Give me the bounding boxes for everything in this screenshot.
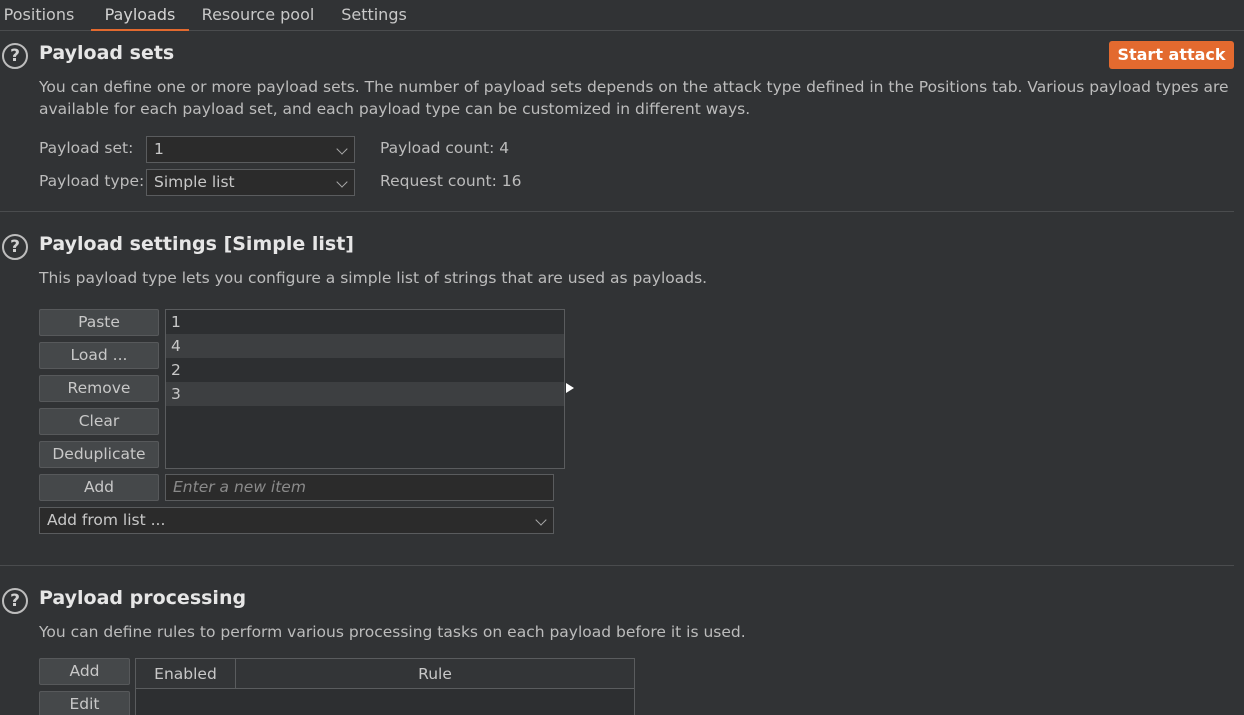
payload-settings-title: Payload settings [Simple list] — [39, 233, 354, 255]
clear-button[interactable]: Clear — [39, 408, 159, 435]
tab-payloads[interactable]: Payloads — [91, 0, 189, 31]
payload-type-label: Payload type: — [39, 172, 145, 190]
help-icon[interactable]: ? — [2, 588, 28, 614]
column-header-enabled[interactable]: Enabled — [136, 659, 236, 689]
chevron-down-icon — [336, 143, 348, 155]
payload-set-select[interactable]: 1 — [146, 136, 355, 163]
section-divider — [0, 211, 1234, 212]
chevron-down-icon — [336, 176, 348, 188]
payload-sets-title: Payload sets — [39, 42, 175, 64]
payload-list[interactable]: 1 4 2 3 — [165, 309, 565, 469]
payload-set-value: 1 — [154, 140, 164, 158]
section-divider — [0, 565, 1234, 566]
tab-bar: Positions Payloads Resource pool Setting… — [0, 0, 1244, 31]
tab-settings[interactable]: Settings — [336, 0, 412, 31]
help-icon[interactable]: ? — [2, 234, 28, 260]
tab-positions[interactable]: Positions — [0, 0, 78, 31]
list-item[interactable]: 3 — [166, 382, 564, 406]
chevron-down-icon — [535, 514, 547, 526]
add-from-list-select[interactable]: Add from list ... — [39, 507, 554, 534]
add-rule-button[interactable]: Add — [39, 658, 130, 685]
tab-resource-pool[interactable]: Resource pool — [198, 0, 318, 31]
edit-rule-button[interactable]: Edit — [39, 691, 130, 715]
payload-processing-description: You can define rules to perform various … — [39, 623, 746, 641]
list-item[interactable]: 4 — [166, 334, 564, 358]
payload-processing-title: Payload processing — [39, 587, 247, 609]
deduplicate-button[interactable]: Deduplicate — [39, 441, 159, 468]
request-count: Request count: 16 — [380, 172, 522, 190]
list-item[interactable]: 2 — [166, 358, 564, 382]
mouse-pointer-icon — [566, 383, 574, 393]
paste-button[interactable]: Paste — [39, 309, 159, 336]
new-item-input[interactable]: Enter a new item — [165, 474, 554, 501]
processing-rules-table[interactable]: Enabled Rule — [135, 658, 635, 715]
payload-settings-description: This payload type lets you configure a s… — [39, 269, 708, 287]
list-item[interactable]: 1 — [166, 310, 564, 334]
add-from-list-value: Add from list ... — [47, 511, 166, 529]
payload-set-label: Payload set: — [39, 139, 134, 157]
start-attack-button[interactable]: Start attack — [1109, 41, 1234, 69]
payload-sets-description-line1: You can define one or more payload sets.… — [39, 78, 1229, 96]
add-item-button[interactable]: Add — [39, 474, 159, 501]
payload-count: Payload count: 4 — [380, 139, 510, 157]
payload-sets-description-line2: available for each payload set, and each… — [39, 100, 751, 118]
payload-type-select[interactable]: Simple list — [146, 169, 355, 196]
load-button[interactable]: Load ... — [39, 342, 159, 369]
remove-button[interactable]: Remove — [39, 375, 159, 402]
help-icon[interactable]: ? — [2, 43, 28, 69]
column-header-rule[interactable]: Rule — [236, 659, 634, 689]
payload-type-value: Simple list — [154, 173, 235, 191]
